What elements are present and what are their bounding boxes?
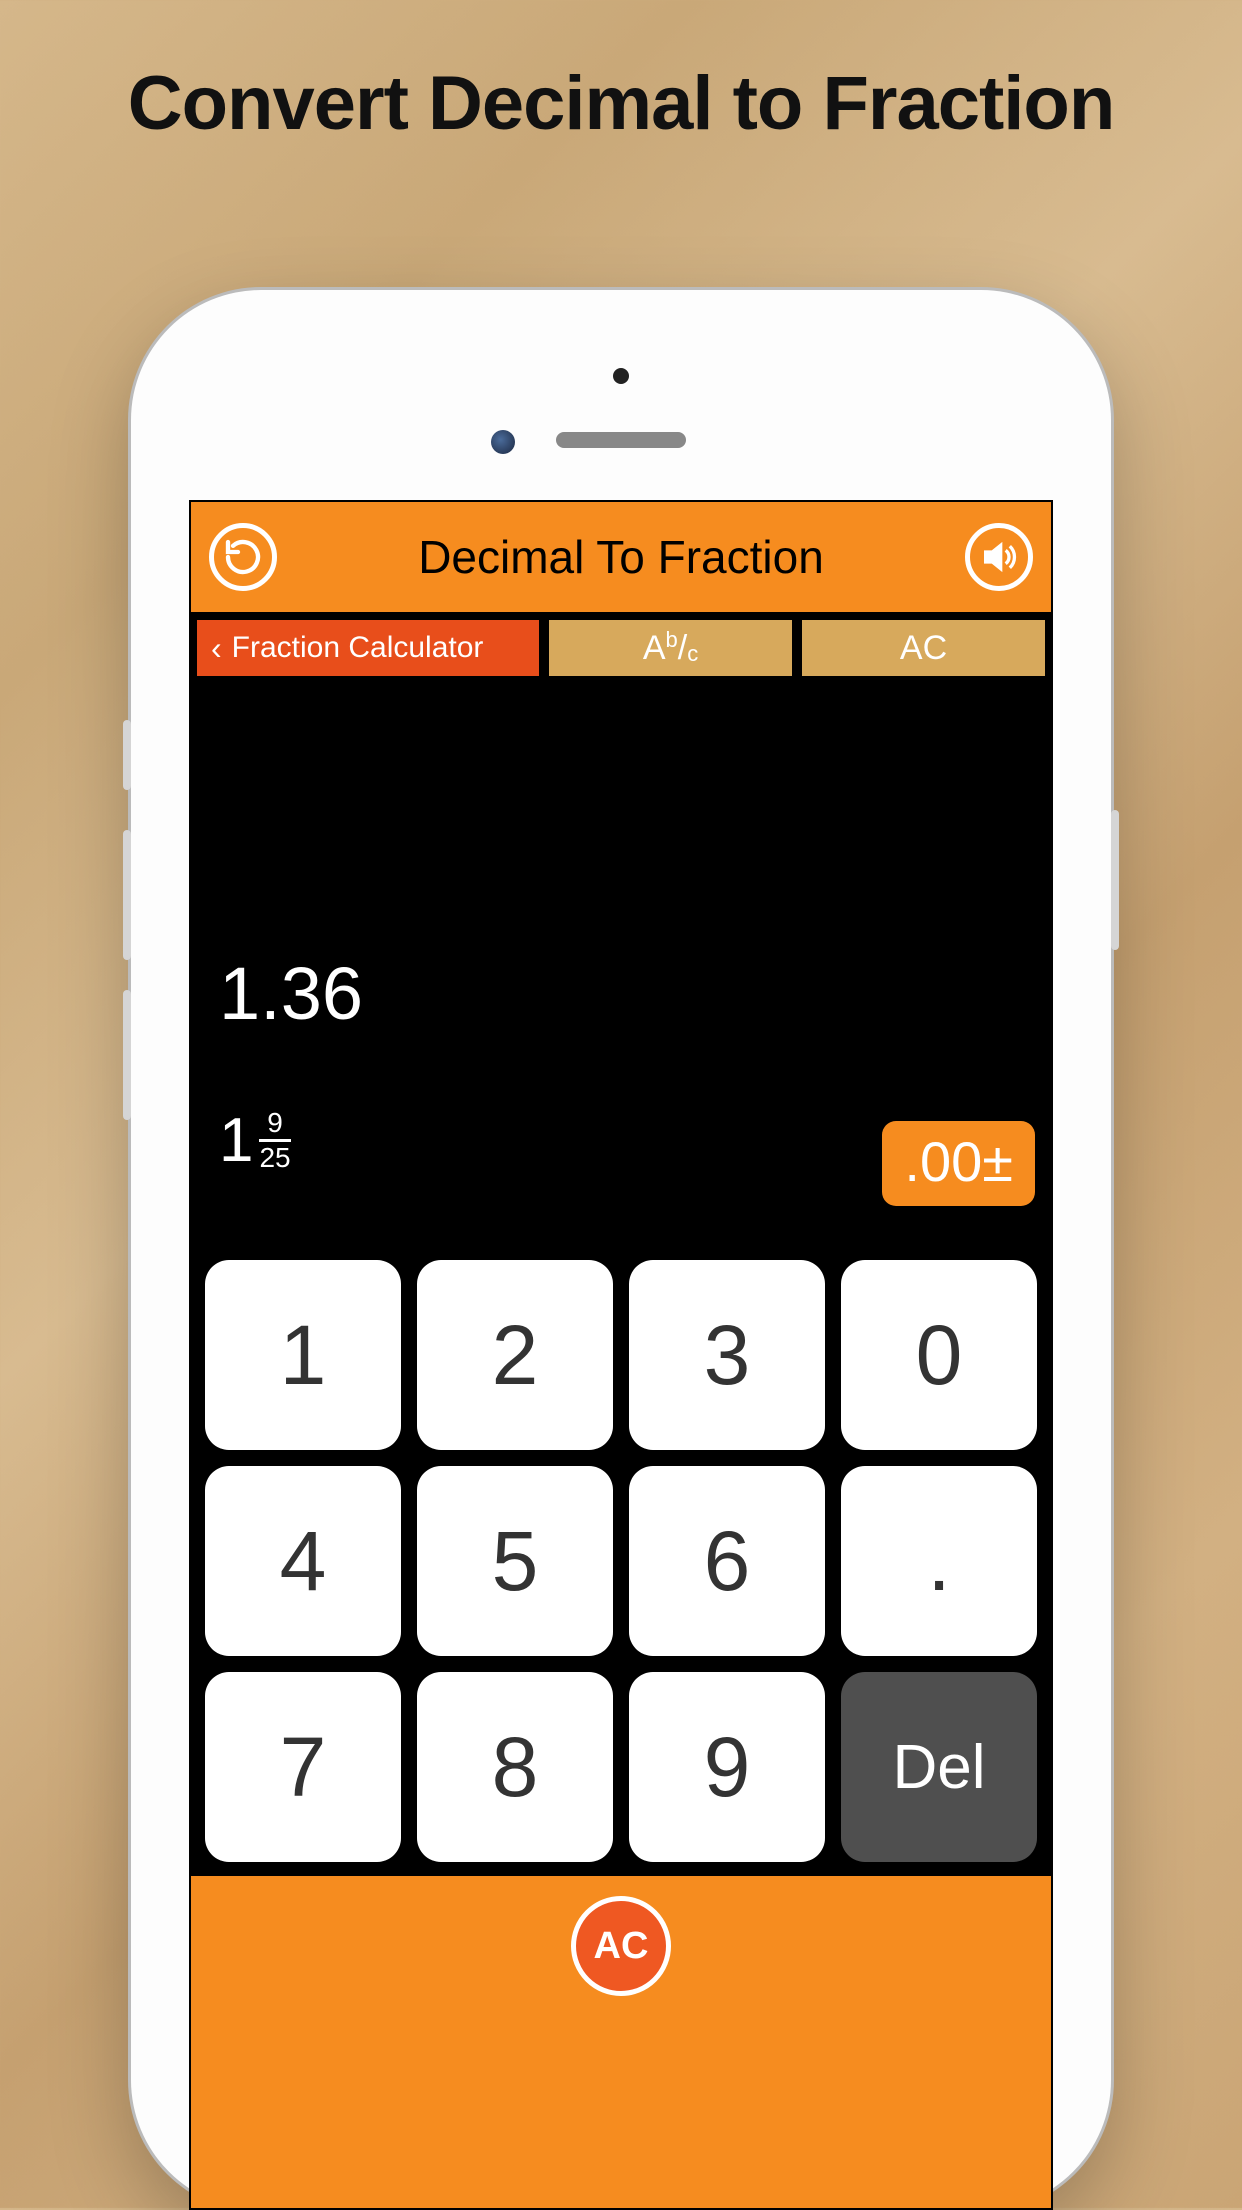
proximity-sensor-dot (613, 368, 629, 384)
refresh-icon (223, 537, 263, 577)
key-4[interactable]: 4 (205, 1466, 401, 1656)
precision-button[interactable]: .00± (882, 1121, 1035, 1206)
power-button (1111, 810, 1119, 950)
refresh-button[interactable] (209, 523, 277, 591)
key-3[interactable]: 3 (629, 1260, 825, 1450)
mute-switch (123, 720, 131, 790)
key-6[interactable]: 6 (629, 1466, 825, 1656)
marketing-title: Convert Decimal to Fraction (0, 60, 1242, 147)
fraction-numerator: 9 (267, 1109, 283, 1137)
volume-down-button (123, 990, 131, 1120)
mode-slash: / (678, 629, 687, 668)
fraction-whole: 1 (219, 1105, 253, 1176)
ac-bottom-label: AC (594, 1925, 649, 1968)
key-dot[interactable]: . (841, 1466, 1037, 1656)
speaker-icon (979, 537, 1019, 577)
ac-top-button[interactable]: AC (802, 620, 1045, 676)
fraction-denominator: 25 (259, 1144, 290, 1172)
back-fraction-calculator-button[interactable]: ‹ Fraction Calculator (197, 620, 539, 676)
key-9[interactable]: 9 (629, 1672, 825, 1862)
key-0[interactable]: 0 (841, 1260, 1037, 1450)
fraction-value: 1 9 25 (219, 1105, 291, 1176)
key-7[interactable]: 7 (205, 1672, 401, 1862)
phone-frame: Decimal To Fraction ‹ Fraction Calculato… (131, 290, 1111, 2210)
key-del[interactable]: Del (841, 1672, 1037, 1862)
mode-c: c (687, 641, 698, 667)
sub-nav: ‹ Fraction Calculator Ab/c AC (191, 612, 1051, 686)
decimal-value: 1.36 (219, 951, 363, 1036)
mode-b: b (666, 627, 678, 653)
key-8[interactable]: 8 (417, 1672, 613, 1862)
display-area: 1.36 1 9 25 .00± (191, 686, 1051, 1246)
ac-bottom-button[interactable]: AC (571, 1896, 671, 1996)
app-header: Decimal To Fraction (191, 502, 1051, 612)
sound-button[interactable] (965, 523, 1033, 591)
key-2[interactable]: 2 (417, 1260, 613, 1450)
header-title: Decimal To Fraction (418, 530, 824, 584)
bottom-bar: AC (191, 1876, 1051, 2208)
key-5[interactable]: 5 (417, 1466, 613, 1656)
fraction-mode-button[interactable]: Ab/c (549, 620, 792, 676)
mode-A: A (643, 629, 666, 668)
back-label: Fraction Calculator (232, 631, 484, 665)
key-1[interactable]: 1 (205, 1260, 401, 1450)
volume-up-button (123, 830, 131, 960)
chevron-left-icon: ‹ (211, 630, 222, 667)
keypad: 1 2 3 0 4 5 6 . 7 8 9 Del (191, 1246, 1051, 1876)
ac-top-label: AC (900, 629, 947, 668)
screen: Decimal To Fraction ‹ Fraction Calculato… (189, 500, 1053, 2210)
fraction-stack: 9 25 (259, 1109, 290, 1172)
